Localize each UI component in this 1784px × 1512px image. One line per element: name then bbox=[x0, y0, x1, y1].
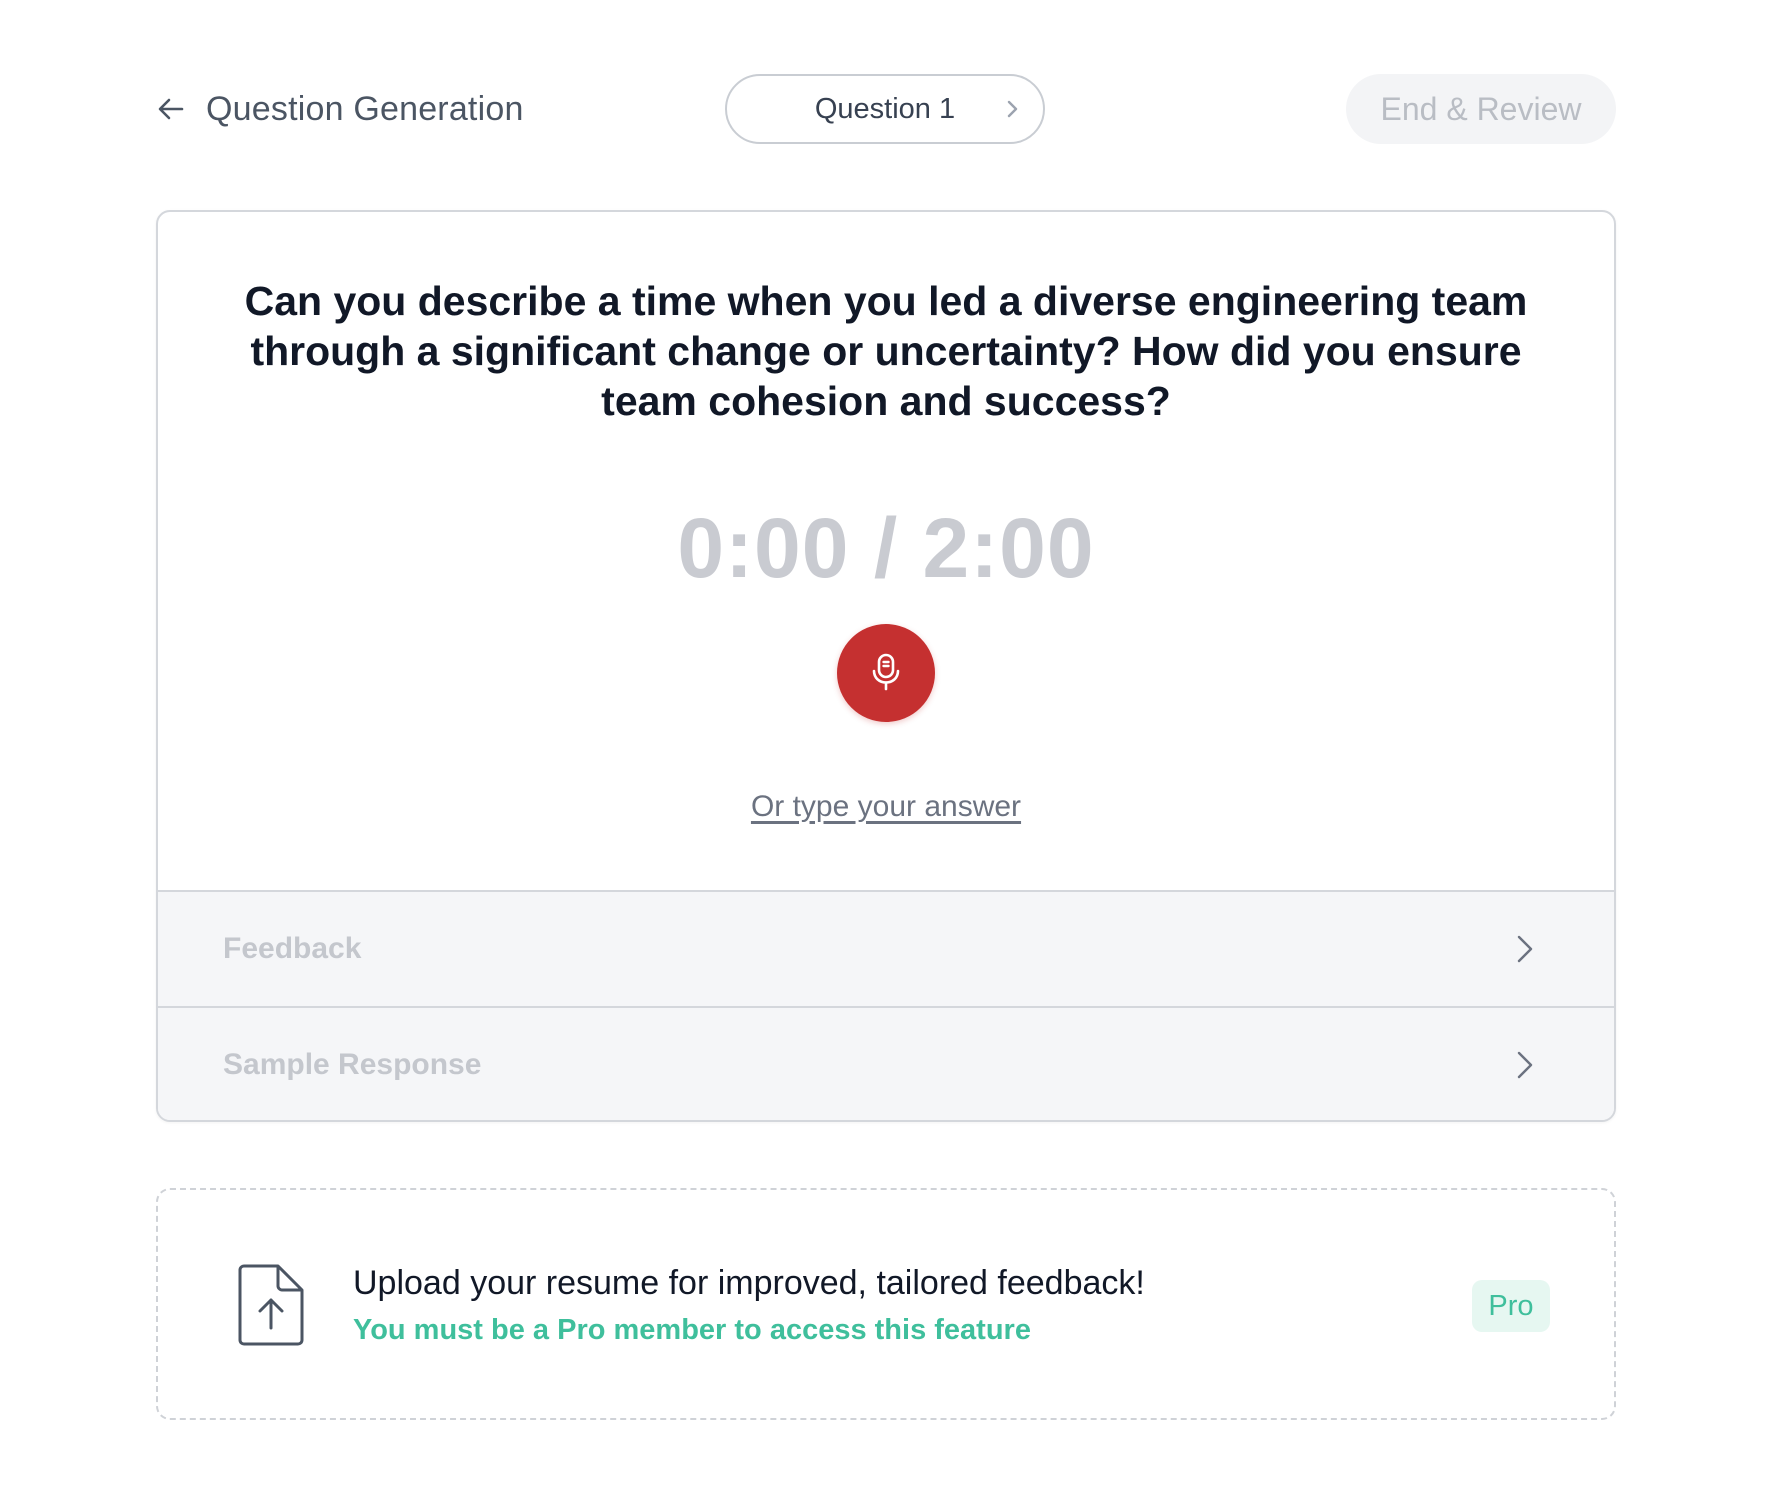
type-answer-link[interactable]: Or type your answer bbox=[751, 790, 1021, 823]
question-selector-label: Question 1 bbox=[814, 92, 956, 125]
type-answer-container: Or type your answer bbox=[158, 790, 1614, 824]
header: Question Generation Question 1 End & Rev… bbox=[156, 74, 1616, 144]
page: Question Generation Question 1 End & Rev… bbox=[0, 0, 1784, 1512]
back-link[interactable]: Question Generation bbox=[156, 74, 524, 144]
timer: 0:00 / 2:00 bbox=[677, 501, 1095, 595]
feedback-label: Feedback bbox=[223, 932, 362, 965]
pro-badge: Pro bbox=[1472, 1280, 1550, 1332]
question-selector[interactable]: Question 1 bbox=[725, 74, 1045, 144]
chevron-right-icon bbox=[1001, 98, 1023, 120]
record-button[interactable] bbox=[837, 624, 935, 722]
resume-upload-card[interactable]: Upload your resume for improved, tailore… bbox=[156, 1188, 1616, 1420]
sample-response-accordion[interactable]: Sample Response bbox=[158, 1006, 1614, 1120]
end-review-button[interactable]: End & Review bbox=[1346, 74, 1616, 144]
pro-requirement-text: You must be a Pro member to access this … bbox=[353, 1314, 1031, 1346]
upload-title: Upload your resume for improved, tailore… bbox=[353, 1264, 1145, 1302]
feedback-accordion[interactable]: Feedback bbox=[158, 890, 1614, 1006]
arrow-left-icon bbox=[156, 94, 186, 124]
chevron-right-icon bbox=[1512, 932, 1538, 966]
file-upload-icon bbox=[236, 1262, 306, 1348]
back-label: Question Generation bbox=[206, 89, 524, 128]
microphone-icon bbox=[864, 650, 908, 697]
question-card: Can you describe a time when you led a d… bbox=[156, 210, 1616, 1122]
chevron-right-icon bbox=[1512, 1048, 1538, 1082]
question-text: Can you describe a time when you led a d… bbox=[244, 278, 1528, 424]
sample-response-label: Sample Response bbox=[223, 1048, 482, 1081]
